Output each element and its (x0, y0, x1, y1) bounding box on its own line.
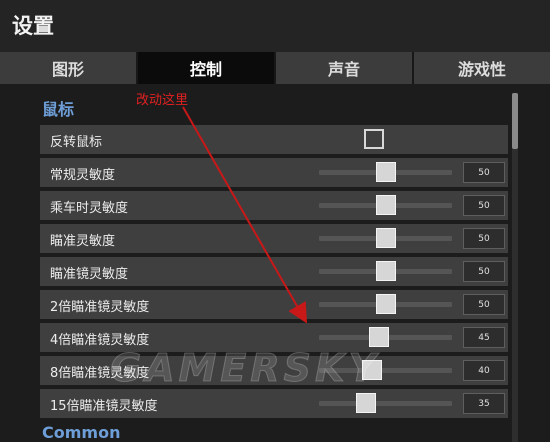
setting-row-slider: 瞄准灵敏度 50 (40, 224, 508, 253)
setting-row-invert-mouse: 反转鼠标 (40, 125, 508, 154)
slider-label: 常规灵敏度 (50, 168, 116, 183)
setting-row-slider: 瞄准镜灵敏度 50 (40, 257, 508, 286)
watermark: GAMERSKY (110, 346, 380, 391)
slider-label: 瞄准镜灵敏度 (50, 267, 129, 282)
window-title: 设置 (12, 14, 54, 38)
invert-mouse-label: 反转鼠标 (50, 135, 103, 150)
scrollbar[interactable] (512, 93, 518, 442)
slider-thumb[interactable] (368, 327, 389, 347)
slider-thumb[interactable] (355, 393, 376, 413)
slider-label: 15倍瞄准镜灵敏度 (50, 399, 158, 414)
setting-row-slider: 常规灵敏度 50 (40, 158, 508, 187)
scrollbar-thumb[interactable] (512, 93, 518, 149)
slider-value-box[interactable]: 50 (463, 261, 505, 282)
section-title-mouse: 鼠标 (42, 100, 75, 119)
slider-label: 乘车时灵敏度 (50, 201, 129, 216)
slider-value-box[interactable]: 50 (463, 195, 505, 216)
slider-value-box[interactable]: 35 (463, 393, 505, 414)
slider-thumb[interactable] (375, 294, 396, 314)
tab-graphics[interactable]: 图形 (0, 52, 138, 84)
annotation-text: 改动这里 (136, 93, 189, 108)
slider-thumb[interactable] (375, 228, 396, 248)
section-title-common: Common (42, 423, 121, 442)
setting-row-slider: 乘车时灵敏度 50 (40, 191, 508, 220)
slider-value-box[interactable]: 50 (463, 228, 505, 249)
slider-value-box[interactable]: 40 (463, 360, 505, 381)
slider-track[interactable] (319, 401, 452, 406)
tab-sound[interactable]: 声音 (276, 52, 414, 84)
title-bar: 设置 (0, 0, 550, 52)
setting-row-slider: 2倍瞄准镜灵敏度 50 (40, 290, 508, 319)
invert-mouse-checkbox[interactable] (364, 129, 384, 149)
tab-bar: 图形 控制 声音 游戏性 (0, 52, 550, 84)
tab-controls[interactable]: 控制 (138, 52, 276, 84)
slider-thumb[interactable] (375, 162, 396, 182)
tab-gameplay[interactable]: 游戏性 (414, 52, 550, 84)
slider-label: 2倍瞄准镜灵敏度 (50, 300, 150, 315)
slider-thumb[interactable] (375, 261, 396, 281)
slider-value-box[interactable]: 50 (463, 294, 505, 315)
setting-row-slider: 15倍瞄准镜灵敏度 35 (40, 389, 508, 418)
slider-value-box[interactable]: 50 (463, 162, 505, 183)
slider-label: 瞄准灵敏度 (50, 234, 116, 249)
slider-value-box[interactable]: 45 (463, 327, 505, 348)
slider-thumb[interactable] (375, 195, 396, 215)
